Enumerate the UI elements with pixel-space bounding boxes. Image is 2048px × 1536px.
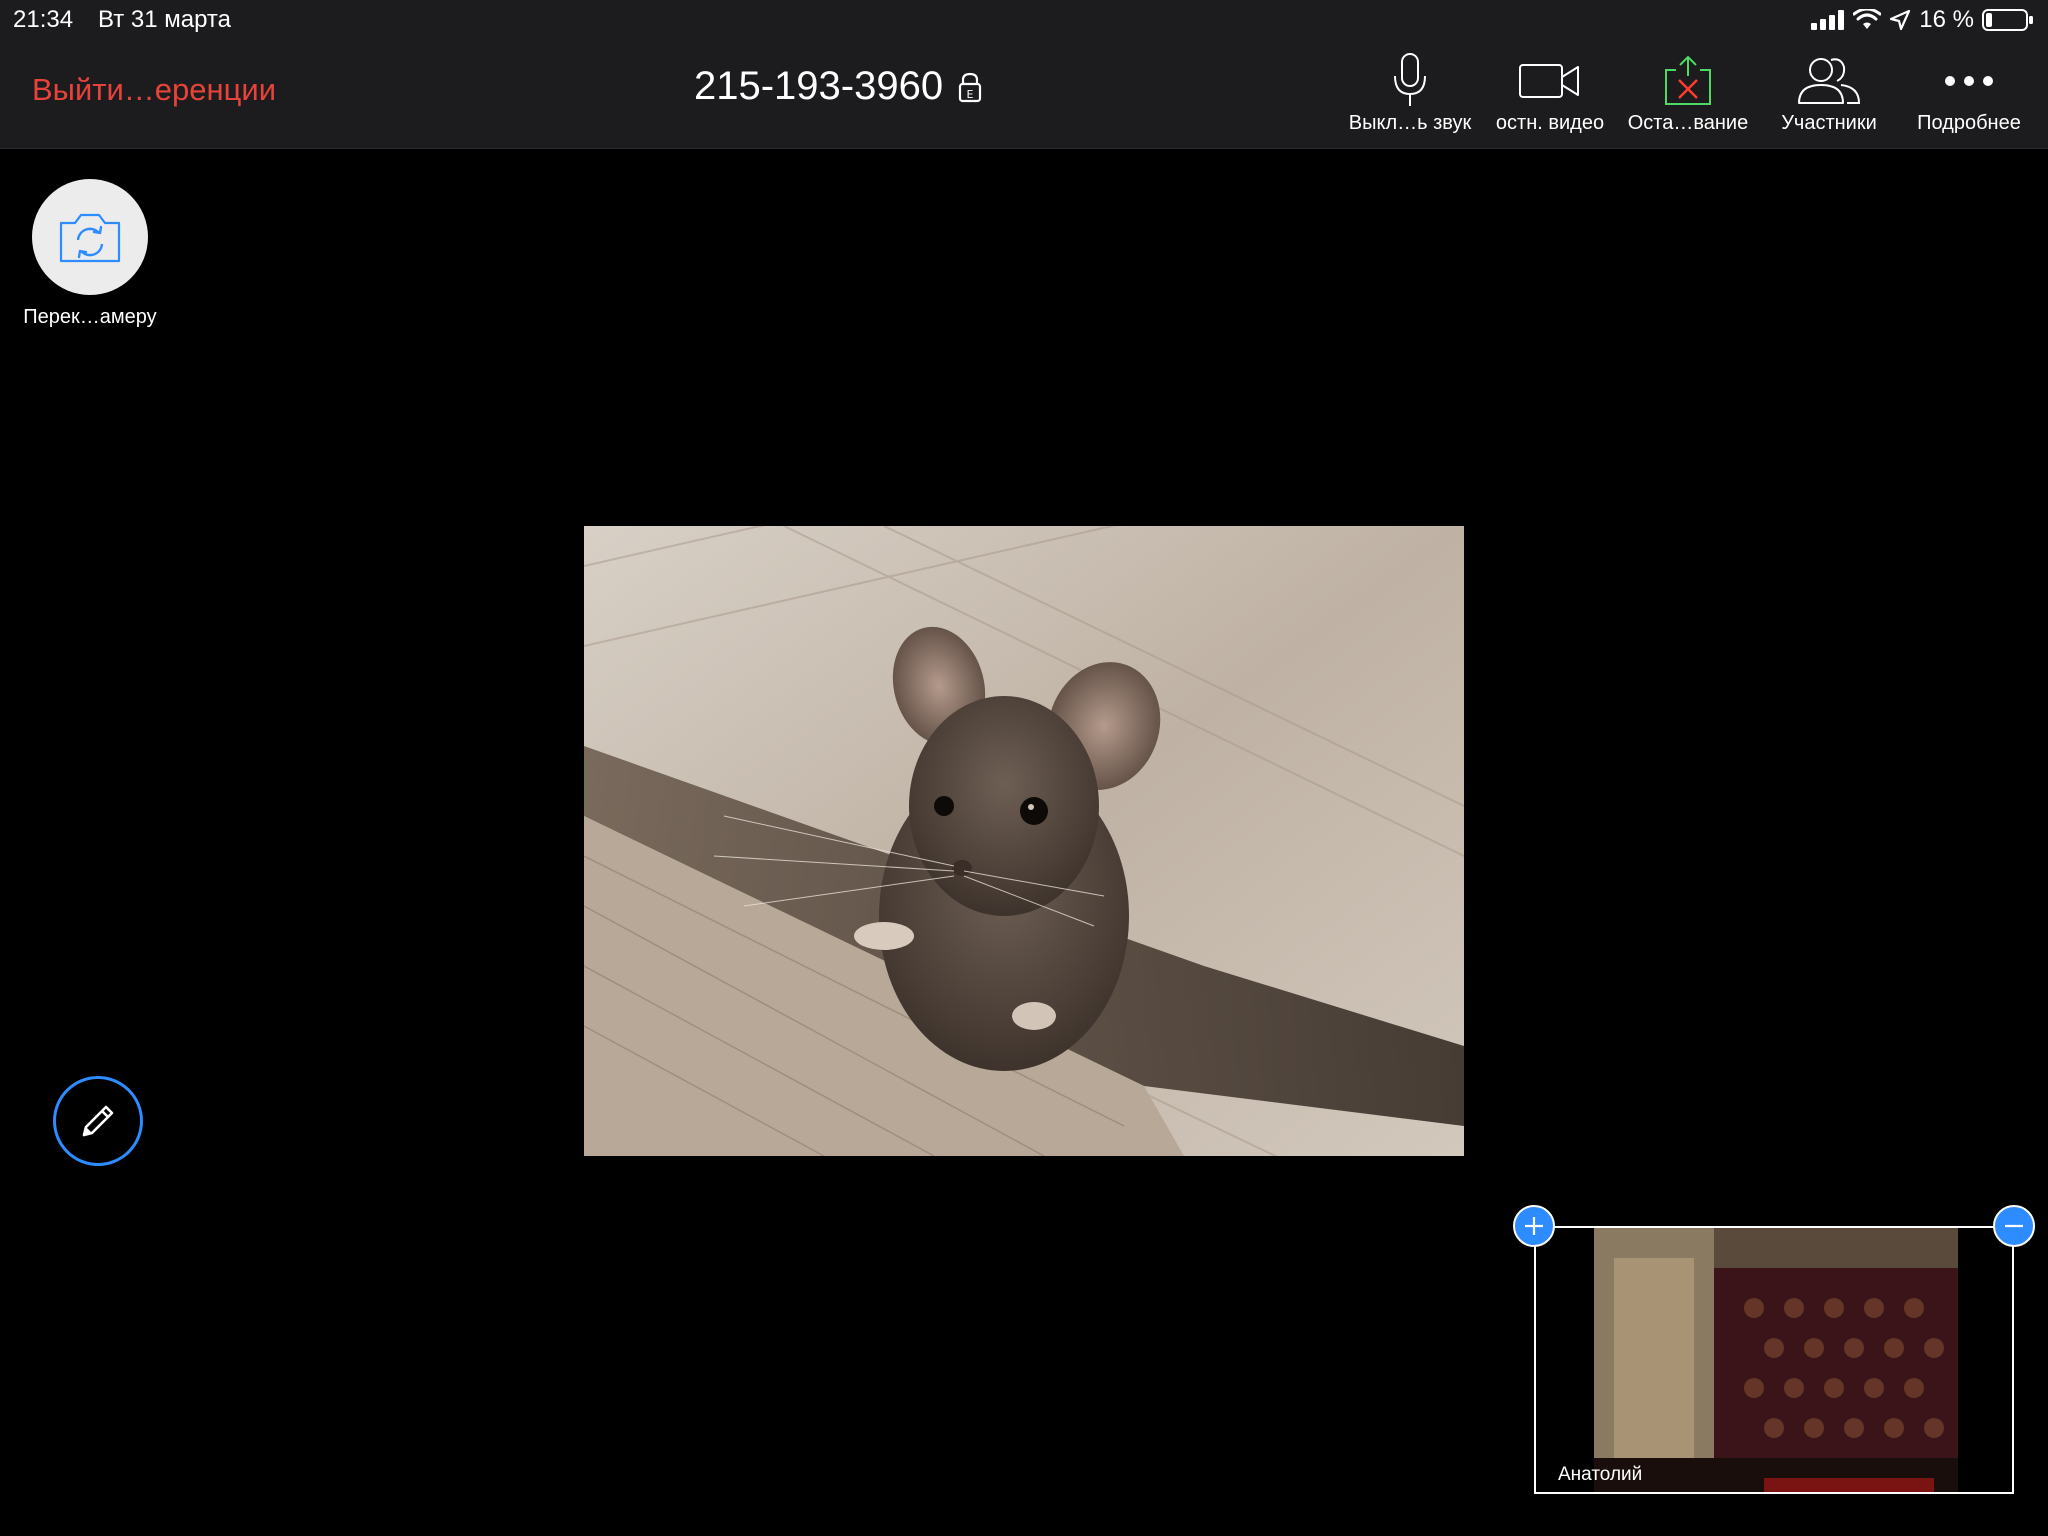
more-icon	[1945, 76, 1993, 86]
location-arrow-icon	[1890, 9, 1911, 31]
participant-video	[1594, 1228, 1958, 1492]
participants-button[interactable]: Участники	[1759, 50, 1899, 142]
cellular-signal-icon	[1811, 10, 1845, 30]
status-time: 21:34	[13, 6, 74, 33]
meeting-id[interactable]: 215-193-3960 E	[694, 64, 983, 109]
status-indicators: 16 %	[1811, 4, 2034, 36]
switch-camera-icon	[59, 213, 121, 263]
lock-badge: E	[967, 88, 974, 101]
more-button[interactable]: Подробнее	[1899, 50, 2039, 142]
mute-button[interactable]: Выкл…ь звук	[1340, 50, 1480, 142]
more-label: Подробнее	[1917, 112, 2021, 134]
minimize-thumbnail-button[interactable]	[1993, 1205, 2035, 1247]
minus-icon	[2005, 1224, 2023, 1228]
stop-share-icon	[1665, 55, 1711, 105]
mute-label: Выкл…ь звук	[1348, 112, 1472, 134]
video-thumbnail[interactable]: Анатолий	[1534, 1226, 2014, 1494]
stop-video-label: остн. видео	[1495, 112, 1605, 134]
meeting-id-text: 215-193-3960	[694, 64, 944, 108]
lock-icon: E	[959, 72, 982, 102]
stop-share-label: Оста…вание	[1627, 112, 1749, 134]
participants-label: Участники	[1781, 112, 1877, 134]
video-camera-icon	[1519, 64, 1579, 98]
status-bar: 21:34 Вт 31 марта 16 %	[0, 0, 2048, 40]
enlarge-thumbnail-button[interactable]	[1513, 1205, 1555, 1247]
pencil-icon	[82, 1105, 114, 1137]
shared-screen-image	[584, 526, 1464, 1156]
switch-camera-button[interactable]	[32, 179, 148, 295]
plus-icon	[1525, 1217, 1543, 1235]
annotate-button[interactable]	[53, 1076, 143, 1166]
leave-meeting-button[interactable]: Выйти…еренции	[32, 72, 276, 108]
participant-name: Анатолий	[1558, 1464, 1643, 1485]
switch-camera-label: Перек…амеру	[23, 306, 157, 328]
wifi-icon	[1853, 9, 1882, 29]
zoom-meeting-screen: 21:34 Вт 31 марта 16 % Выйти…еренции 215…	[0, 0, 2048, 1536]
battery-percentage: 16 %	[1919, 6, 1974, 33]
mouse-photo	[584, 526, 1464, 1156]
meeting-toolbar: Выйти…еренции 215-193-3960 E Выкл…ь звук	[0, 40, 2048, 149]
battery-icon	[1982, 9, 2033, 31]
stop-video-button[interactable]: остн. видео	[1480, 50, 1620, 142]
microphone-icon	[1394, 53, 1426, 106]
participants-icon	[1798, 58, 1861, 104]
status-date: Вт 31 марта	[98, 6, 231, 33]
participant-video-frame	[1594, 1228, 1958, 1492]
stop-share-button[interactable]: Оста…вание	[1618, 50, 1758, 142]
